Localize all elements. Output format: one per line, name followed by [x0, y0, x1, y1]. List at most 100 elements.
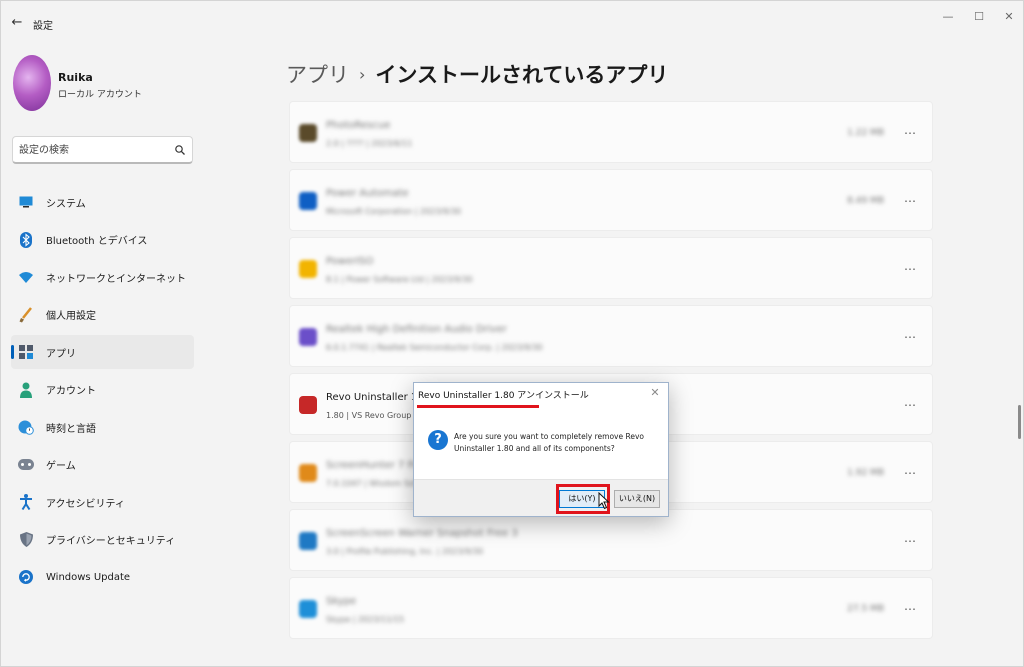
app-size: 27.5 MB — [847, 604, 884, 614]
sidebar-nav: システム Bluetooth とデバイス ネットワークとインターネット 個人用設… — [11, 185, 194, 598]
dialog-close-icon[interactable]: ✕ — [648, 385, 662, 401]
app-name: PowerISO — [326, 256, 374, 267]
sidebar-item-accounts[interactable]: アカウント — [11, 373, 194, 407]
app-icon — [299, 396, 317, 414]
sidebar-item-label: Bluetooth とデバイス — [46, 236, 148, 247]
app-name: PhotoRescue — [326, 120, 391, 131]
apps-icon — [17, 343, 35, 361]
more-options-icon[interactable]: ⋯ — [902, 329, 918, 345]
app-icon — [299, 192, 317, 210]
update-icon — [17, 568, 35, 586]
app-meta: Skype | 2023/11/15 — [326, 615, 405, 624]
app-row[interactable]: Power Automate Microsoft Corporation | 20… — [289, 169, 933, 231]
more-options-icon[interactable]: ⋯ — [902, 125, 918, 141]
scrollbar[interactable] — [1018, 405, 1021, 439]
app-size: 1.22 MB — [847, 128, 884, 138]
sidebar-item-privacy[interactable]: プライバシーとセキュリティ — [11, 523, 194, 557]
sidebar-item-label: アカウント — [46, 386, 96, 397]
sidebar-item-label: Windows Update — [46, 571, 131, 583]
search-box[interactable] — [12, 136, 193, 164]
more-options-icon[interactable]: ⋯ — [902, 193, 918, 209]
shield-icon — [17, 531, 35, 549]
app-name: Power Automate — [326, 188, 409, 199]
app-name: ScreenScreen Warner Snapshot Free 3 — [326, 528, 518, 539]
app-name: Skype — [326, 596, 357, 607]
breadcrumb: アプリ › インストールされているアプリ — [286, 59, 668, 89]
accessibility-icon — [17, 493, 35, 511]
sidebar-item-label: 時刻と言語 — [46, 423, 96, 435]
no-button[interactable]: いいえ(N) — [614, 490, 660, 508]
dialog-body: ? Are you sure you want to completely re… — [414, 409, 668, 479]
brush-icon — [17, 306, 35, 324]
sidebar-item-apps[interactable]: アプリ — [11, 335, 194, 369]
app-icon — [299, 124, 317, 142]
installed-apps-list: PhotoRescue 2.0 | ???? | 2023/6/11 1.22 MB… — [289, 101, 933, 645]
uninstall-confirm-dialog: Revo Uninstaller 1.80 アンインストール ✕ ? Are y… — [413, 382, 669, 517]
person-icon — [17, 381, 35, 399]
wifi-icon — [17, 268, 35, 286]
more-options-icon[interactable]: ⋯ — [902, 465, 918, 481]
app-meta: Microsoft Corporation | 2023/9/30 — [326, 207, 462, 216]
app-icon — [299, 464, 317, 482]
more-options-icon[interactable]: ⋯ — [902, 397, 918, 413]
sidebar-item-personalization[interactable]: 個人用設定 — [11, 298, 194, 332]
close-icon[interactable]: ✕ — [999, 9, 1019, 25]
app-meta: 2.0 | ???? | 2023/6/11 — [326, 139, 413, 148]
sidebar-item-time-language[interactable]: 時刻と言語 — [11, 410, 194, 444]
sidebar-item-accessibility[interactable]: アクセシビリティ — [11, 485, 194, 519]
profile-name: Ruika — [58, 71, 93, 84]
app-row[interactable]: PhotoRescue 2.0 | ???? | 2023/6/11 1.22 MB… — [289, 101, 933, 163]
app-meta: 1.80 | VS Revo Group | — [326, 411, 417, 420]
bluetooth-icon — [17, 231, 35, 249]
search-input[interactable] — [19, 142, 169, 158]
app-meta: 8.1 | Power Software Ltd | 2023/9/30 — [326, 275, 473, 284]
sidebar-item-label: プライバシーとセキュリティ — [46, 536, 176, 547]
app-row[interactable]: PowerISO 8.1 | Power Software Ltd | 2023/… — [289, 237, 933, 299]
dialog-footer: はい(Y) いいえ(N) — [414, 479, 668, 516]
dialog-title: Revo Uninstaller 1.80 アンインストール — [418, 391, 589, 401]
more-options-icon[interactable]: ⋯ — [902, 261, 918, 277]
maximize-icon[interactable]: ☐ — [969, 9, 989, 25]
sidebar-item-label: システム — [46, 198, 86, 210]
profile-account-type: ローカル アカウント — [58, 90, 142, 100]
sidebar-item-label: ネットワークとインターネット — [46, 273, 186, 285]
settings-window: ← 設定 — ☐ ✕ Ruika ローカル アカウント システム Bluetoo… — [0, 0, 1024, 667]
sidebar-item-gaming[interactable]: ゲーム — [11, 448, 194, 482]
app-size: 8.49 MB — [847, 196, 884, 206]
sidebar-item-system[interactable]: システム — [11, 185, 194, 219]
back-arrow-icon[interactable]: ← — [9, 15, 25, 31]
app-icon — [299, 600, 317, 618]
sidebar-item-label: ゲーム — [46, 461, 76, 472]
more-options-icon[interactable]: ⋯ — [902, 533, 918, 549]
sidebar-item-label: アクセシビリティ — [46, 498, 125, 510]
system-icon — [17, 193, 35, 211]
app-meta: 3.0 | Profile Publishing, Inc. | 2023/9/… — [326, 547, 484, 556]
dialog-message: Are you sure you want to completely remo… — [454, 432, 644, 453]
sidebar-item-windows-update[interactable]: Windows Update — [11, 560, 194, 594]
app-row[interactable]: Skype Skype | 2023/11/15 27.5 MB ⋯ — [289, 577, 933, 639]
question-icon: ? — [428, 430, 448, 450]
mouse-cursor-icon — [598, 492, 610, 510]
app-meta: 6.0.1.7741 | Realtek Semiconductor Corp.… — [326, 343, 543, 352]
sidebar-item-label: アプリ — [46, 348, 76, 360]
app-name: Realtek High Definition Audio Driver — [326, 324, 507, 335]
globe-clock-icon — [17, 418, 35, 436]
minimize-icon[interactable]: — — [938, 9, 958, 25]
gamepad-icon — [17, 456, 35, 474]
avatar[interactable] — [13, 55, 51, 111]
app-icon — [299, 260, 317, 278]
sidebar-item-network[interactable]: ネットワークとインターネット — [11, 260, 194, 294]
app-row[interactable]: Realtek High Definition Audio Driver 6.0.… — [289, 305, 933, 367]
more-options-icon[interactable]: ⋯ — [902, 601, 918, 617]
breadcrumb-parent[interactable]: アプリ — [286, 59, 349, 89]
title-bar: ← 設定 — ☐ ✕ — [1, 1, 1023, 41]
search-icon[interactable] — [174, 144, 186, 156]
window-title: 設定 — [33, 21, 53, 32]
highlight-underline — [417, 405, 539, 408]
app-icon — [299, 532, 317, 550]
app-icon — [299, 328, 317, 346]
page-title: インストールされているアプリ — [375, 63, 669, 87]
sidebar-item-label: 個人用設定 — [46, 311, 96, 322]
sidebar-item-bluetooth[interactable]: Bluetooth とデバイス — [11, 223, 194, 257]
app-row[interactable]: ScreenScreen Warner Snapshot Free 3 3.0 |… — [289, 509, 933, 571]
